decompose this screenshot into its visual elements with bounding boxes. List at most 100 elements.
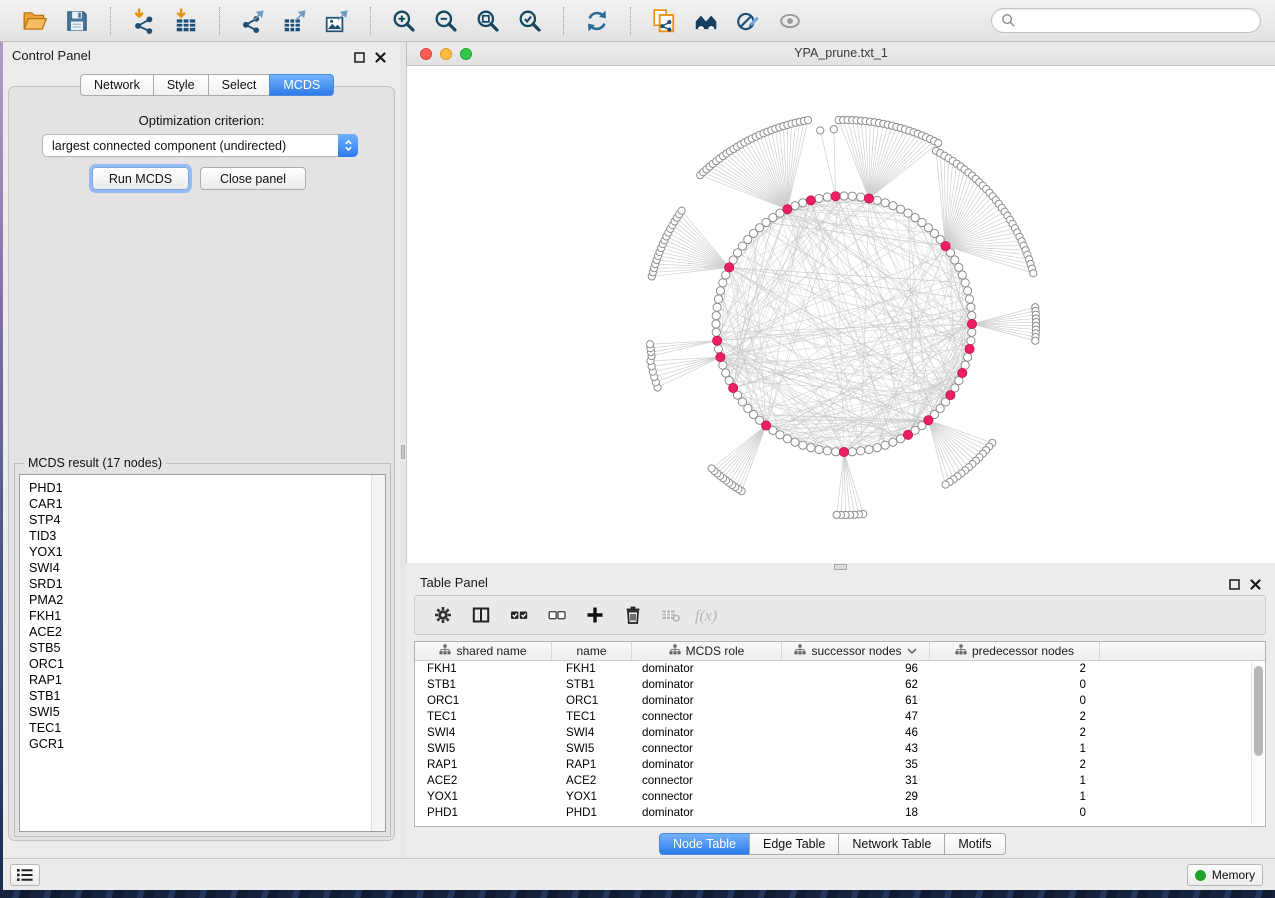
network-node[interactable] (964, 287, 972, 295)
network-node[interactable] (714, 295, 722, 303)
network-node[interactable] (646, 341, 653, 348)
network-edge[interactable] (723, 426, 766, 479)
network-node[interactable] (712, 328, 720, 336)
cp-tab-3[interactable]: MCDS (269, 74, 334, 96)
open-file-button[interactable] (20, 6, 50, 36)
mcds-result-item[interactable]: ACE2 (29, 624, 64, 640)
table-row[interactable]: YOX1YOX1connector291 (415, 789, 1265, 805)
mcds-result-item[interactable]: STB5 (29, 640, 64, 656)
network-node[interactable] (716, 287, 724, 295)
network-node[interactable] (967, 303, 975, 311)
network-edge[interactable] (653, 357, 721, 372)
search-box[interactable] (991, 8, 1261, 33)
network-edge[interactable] (656, 357, 721, 382)
mcds-list-scrollbar[interactable] (371, 475, 385, 831)
close-table-panel-icon[interactable] (1250, 577, 1261, 595)
mcds-result-item[interactable]: TID3 (29, 528, 64, 544)
network-node[interactable] (713, 303, 721, 311)
zoom-selected-button[interactable] (515, 6, 545, 36)
network-canvas[interactable] (407, 66, 1275, 563)
zoom-fit-button[interactable] (473, 6, 503, 36)
delete-column-button[interactable] (618, 600, 648, 630)
network-node[interactable] (881, 441, 889, 449)
network-edge[interactable] (679, 214, 729, 267)
network-edge[interactable] (665, 240, 730, 267)
network-node[interactable] (823, 447, 831, 455)
import-table-button[interactable] (171, 6, 201, 36)
network-node-dominator[interactable] (729, 383, 738, 392)
network-edge[interactable] (972, 324, 1036, 337)
network-edge[interactable] (820, 130, 835, 196)
network-node[interactable] (712, 320, 720, 328)
network-edge[interactable] (928, 420, 982, 454)
network-edge[interactable] (670, 229, 729, 268)
network-edge[interactable] (928, 420, 972, 464)
network-edge[interactable] (732, 426, 766, 485)
toggle-panel-split-button[interactable] (466, 600, 496, 630)
mcds-result-item[interactable]: GCR1 (29, 736, 64, 752)
network-node[interactable] (1032, 337, 1039, 344)
mcds-result-item[interactable]: SRD1 (29, 576, 64, 592)
network-node[interactable] (865, 445, 873, 453)
network-node-dominator[interactable] (831, 192, 840, 201)
network-node[interactable] (815, 445, 823, 453)
network-node[interactable] (889, 202, 897, 210)
mcds-result-item[interactable]: STB1 (29, 688, 64, 704)
network-node[interactable] (799, 199, 807, 207)
network-node[interactable] (783, 435, 791, 443)
network-edge[interactable] (720, 426, 766, 476)
network-edge[interactable] (729, 267, 969, 299)
network-edge[interactable] (787, 123, 795, 209)
network-edge[interactable] (839, 120, 869, 198)
search-input[interactable] (1021, 13, 1251, 29)
zoom-out-button[interactable] (431, 6, 461, 36)
unselect-all-checkbox-button[interactable] (542, 600, 572, 630)
network-node[interactable] (873, 196, 881, 204)
save-session-button[interactable] (62, 6, 92, 36)
column-header-mcds-role[interactable]: MCDS role (632, 642, 782, 660)
network-node[interactable] (719, 361, 727, 369)
table-row[interactable]: PHD1PHD1dominator180 (415, 805, 1265, 821)
network-node-dominator[interactable] (806, 196, 815, 205)
add-column-button[interactable] (580, 600, 610, 630)
network-node-dominator[interactable] (941, 241, 950, 250)
network-edge[interactable] (651, 341, 718, 348)
network-node[interactable] (961, 279, 969, 287)
network-edge[interactable] (869, 131, 909, 199)
network-node[interactable] (840, 192, 848, 200)
horizontal-splitter-grip[interactable] (834, 564, 847, 570)
network-edge[interactable] (658, 357, 721, 387)
network-edge[interactable] (717, 426, 766, 474)
network-node[interactable] (719, 279, 727, 287)
hide-selected-button[interactable] (733, 6, 763, 36)
mcds-result-item[interactable]: SWI4 (29, 560, 64, 576)
export-image-button[interactable] (322, 6, 352, 36)
network-edge[interactable] (787, 120, 808, 209)
table-row[interactable]: RAP1RAP1dominator352 (415, 757, 1265, 773)
table-scrollbar[interactable] (1251, 662, 1264, 825)
network-node[interactable] (955, 263, 963, 271)
network-node[interactable] (722, 369, 730, 377)
network-edge[interactable] (869, 137, 926, 198)
float-table-panel-icon[interactable] (1229, 577, 1240, 595)
network-edge[interactable] (834, 129, 836, 196)
tp-tab-2[interactable]: Network Table (838, 833, 945, 855)
table-row[interactable]: SWI5SWI5connector431 (415, 741, 1265, 757)
table-row[interactable]: ACE2ACE2connector311 (415, 773, 1265, 789)
column-header-predecessor-nodes[interactable]: predecessor nodes (930, 642, 1100, 660)
tp-tab-0[interactable]: Node Table (659, 833, 750, 855)
table-scrollbar-thumb[interactable] (1254, 666, 1263, 756)
table-row[interactable]: FKH1FKH1dominator962 (415, 661, 1265, 677)
network-edge[interactable] (908, 341, 971, 435)
mcds-result-item[interactable]: SWI5 (29, 704, 64, 720)
network-node[interactable] (889, 438, 897, 446)
network-node[interactable] (817, 127, 824, 134)
network-node[interactable] (1030, 270, 1037, 277)
cp-tab-0[interactable]: Network (80, 74, 154, 96)
network-edge[interactable] (852, 196, 962, 373)
network-edge[interactable] (706, 169, 787, 209)
network-edge[interactable] (737, 147, 787, 209)
cp-tab-2[interactable]: Select (208, 74, 271, 96)
network-edge[interactable] (730, 151, 787, 209)
network-node[interactable] (964, 353, 972, 361)
